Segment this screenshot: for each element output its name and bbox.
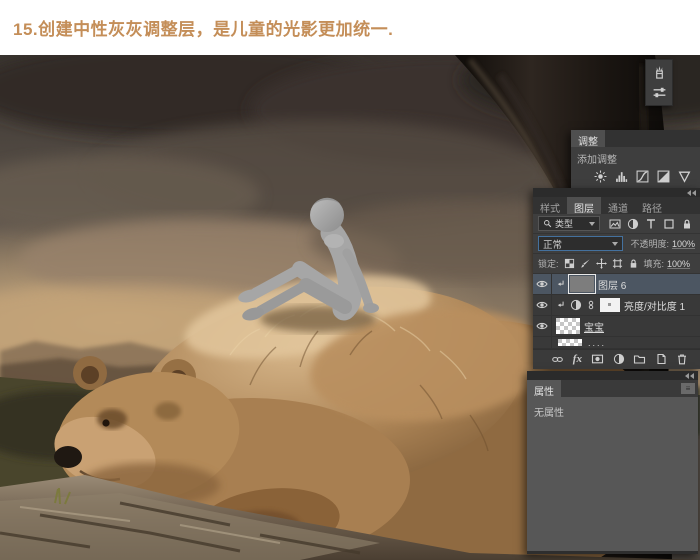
filter-kind-dropdown[interactable]: 类型 (538, 216, 600, 231)
tab-properties[interactable]: 属性 (527, 380, 561, 398)
layer-row-baby[interactable]: 宝宝 (533, 316, 700, 337)
delete-layer-icon[interactable] (676, 353, 688, 365)
tab-styles[interactable]: 样式 (533, 197, 567, 215)
add-adjustment-label: 添加调整 (577, 155, 617, 166)
filter-type-layers-icon[interactable] (645, 218, 657, 230)
visibility-eye-icon[interactable] (533, 274, 552, 294)
adjustments-panel: 调整 添加调整 (571, 130, 700, 192)
blend-row: 正常 不透明度: 100% (533, 234, 700, 254)
collapse-panel-icon[interactable] (687, 190, 696, 196)
blend-mode-dropdown[interactable]: 正常 (538, 236, 624, 251)
visibility-eye-icon[interactable] (533, 295, 552, 315)
tab-paths[interactable]: 路径 (635, 197, 669, 215)
mask-link-icon (586, 299, 596, 311)
layer-effects-icon[interactable]: fx (573, 353, 582, 365)
layer-list: 图层 6 亮度/对比度 1 宝宝 .... (533, 274, 700, 349)
properties-panel-header (527, 371, 698, 380)
sliders-panel-icon[interactable] (652, 85, 667, 100)
opacity-label: 不透明度: (630, 239, 669, 249)
lock-position-icon[interactable] (596, 258, 607, 269)
layer-name: .... (588, 337, 607, 348)
exposure-icon[interactable] (657, 170, 670, 183)
lock-transparency-icon[interactable] (564, 258, 575, 269)
filter-shape-layers-icon[interactable] (663, 218, 675, 230)
opacity-value[interactable]: 100% (672, 239, 695, 249)
layer-name[interactable]: 宝宝 (584, 319, 604, 334)
clipping-mask-icon (556, 300, 566, 310)
brush-panel-icon[interactable] (652, 65, 667, 80)
layer-thumbnail-transparent (558, 339, 582, 346)
lock-artboard-icon[interactable] (612, 258, 623, 269)
brightness-contrast-icon[interactable] (594, 170, 607, 183)
layer-row-partial[interactable]: .... (533, 337, 700, 349)
properties-panel: 属性 ≡ 无属性 (527, 371, 698, 554)
clipping-mask-icon (556, 279, 566, 289)
layer-thumbnail-transparent[interactable] (556, 318, 580, 334)
curves-icon[interactable] (636, 170, 649, 183)
vibrance-icon[interactable] (678, 170, 691, 183)
filter-kind-label: 类型 (555, 219, 574, 229)
fill-value[interactable]: 100% (667, 259, 690, 269)
search-icon (543, 219, 552, 228)
link-layers-icon[interactable] (551, 354, 564, 365)
lock-row: 锁定: 填充: 100% (533, 254, 700, 274)
add-layer-mask-icon[interactable] (591, 353, 604, 365)
filter-pixel-layers-icon[interactable] (609, 218, 621, 230)
layers-panel: 样式 图层 通道 路径 类型 正常 不透明度: 100% 锁定: 填充: 100… (533, 188, 700, 369)
adjustments-tabbar: 调整 (571, 130, 700, 148)
lock-all-icon[interactable] (628, 258, 639, 269)
chevron-down-icon (589, 221, 595, 226)
properties-tabbar: 属性 ≡ (527, 380, 698, 398)
new-group-icon[interactable] (633, 353, 646, 365)
collapse-panel-icon[interactable] (685, 373, 694, 379)
layer-name[interactable]: 亮度/对比度 1 (624, 298, 685, 313)
layer-row-brightness-contrast[interactable]: 亮度/对比度 1 (533, 295, 700, 316)
layer-mask-thumbnail[interactable] (600, 298, 620, 312)
tab-adjustments[interactable]: 调整 (571, 130, 605, 148)
layer-name[interactable]: 图层 6 (598, 277, 626, 292)
no-properties-label: 无属性 (534, 408, 564, 419)
layer-thumbnail-gray[interactable] (568, 274, 596, 294)
filter-smart-objects-icon[interactable] (681, 218, 693, 230)
layers-tabbar: 样式 图层 通道 路径 (533, 197, 700, 215)
adjustment-layer-icon[interactable] (570, 299, 582, 311)
filter-row: 类型 (533, 214, 700, 234)
visibility-eye-icon[interactable] (533, 337, 552, 349)
new-adjustment-layer-icon[interactable] (613, 353, 625, 365)
chevron-down-icon (612, 241, 619, 246)
lock-pixels-icon[interactable] (580, 258, 591, 269)
layers-panel-header (533, 188, 700, 197)
panel-dock-strip (645, 59, 673, 106)
lock-label: 锁定: (538, 259, 559, 269)
tab-layers[interactable]: 图层 (567, 197, 601, 215)
blend-mode-value: 正常 (543, 239, 563, 251)
filter-adjustment-layers-icon[interactable] (627, 218, 639, 230)
tab-channels[interactable]: 通道 (601, 197, 635, 215)
layers-bottom-toolbar: fx (533, 349, 700, 368)
panel-menu-icon[interactable]: ≡ (681, 383, 695, 394)
page-title: 15.创建中性灰灰调整层，是儿童的光影更加统一. (13, 20, 394, 39)
new-layer-icon[interactable] (655, 353, 667, 365)
layer-row-gray[interactable]: 图层 6 (533, 274, 700, 295)
fill-label: 填充: (643, 259, 665, 269)
levels-icon[interactable] (615, 170, 628, 183)
visibility-eye-icon[interactable] (533, 316, 552, 336)
